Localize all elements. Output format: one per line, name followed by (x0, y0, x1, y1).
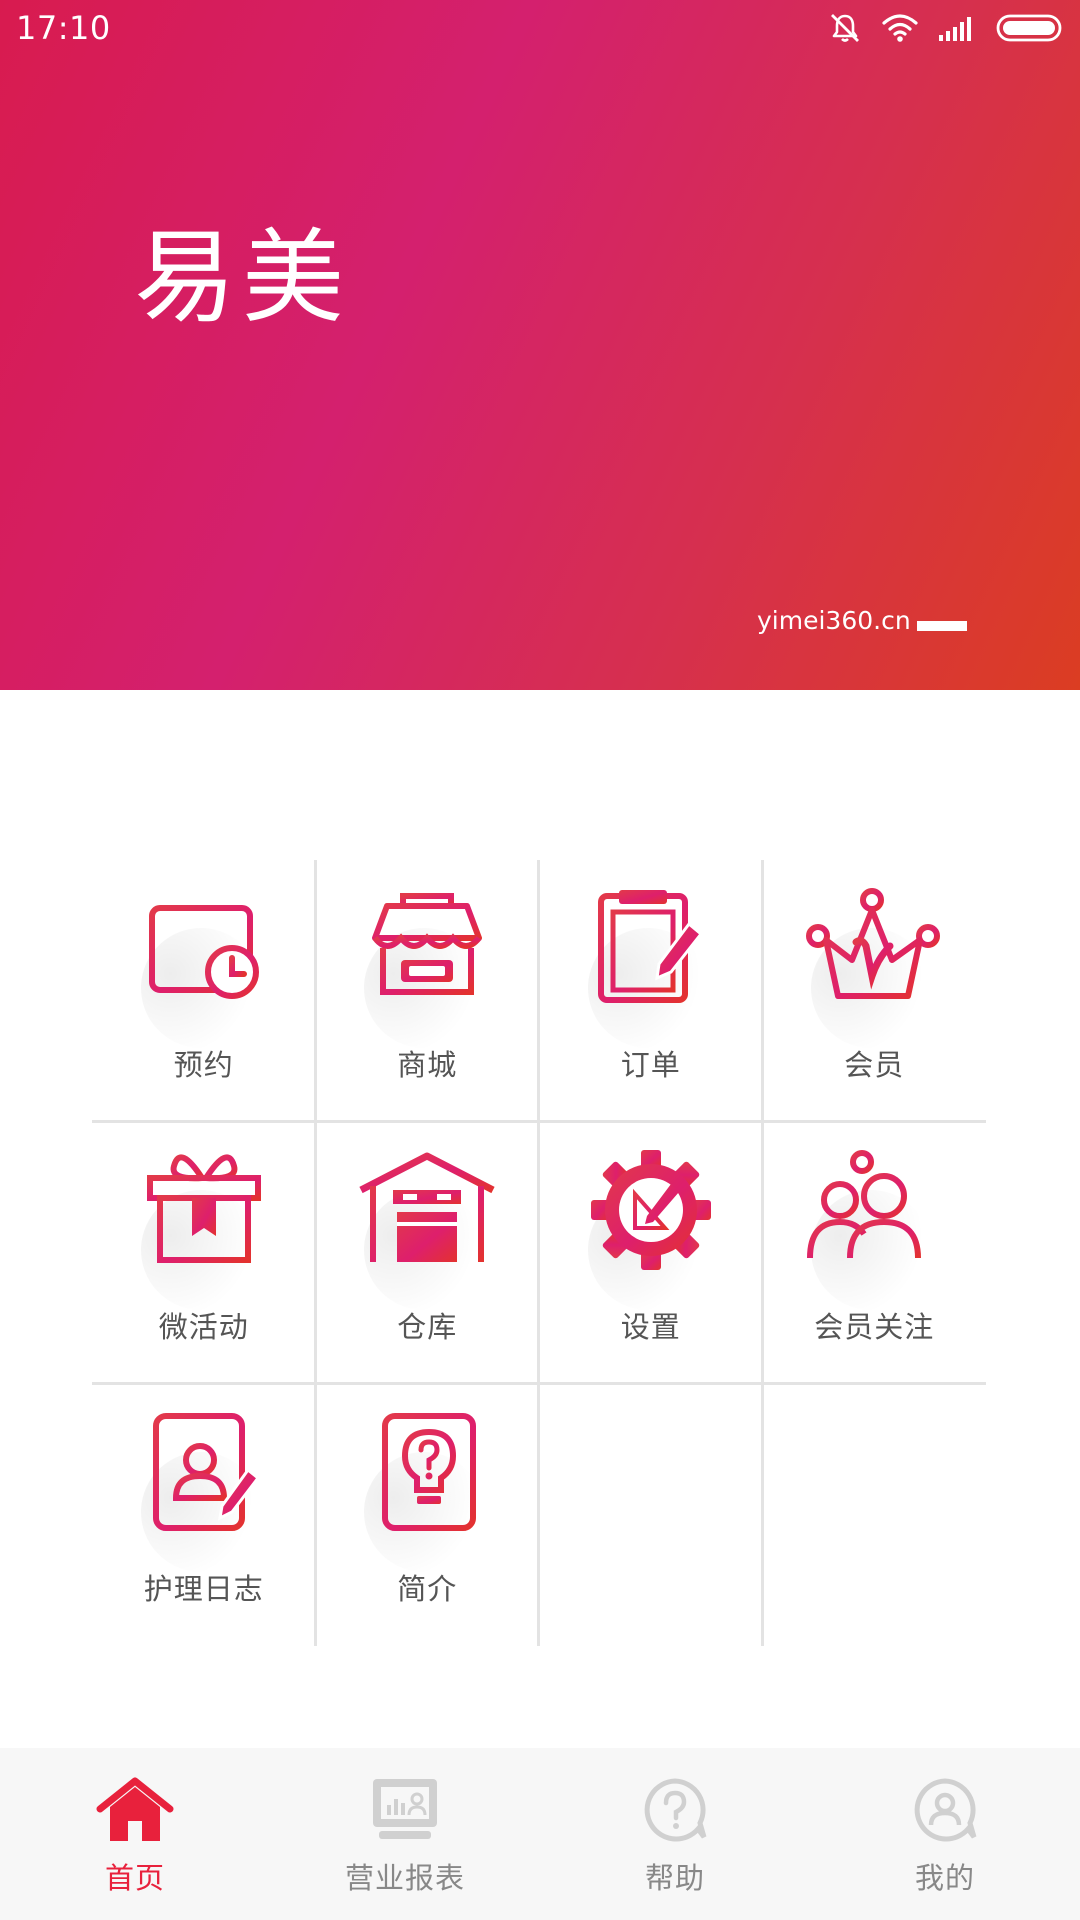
lightbulb-notebook-icon (375, 1413, 477, 1531)
signal-icon (938, 14, 976, 42)
menu-item-intro[interactable]: 简介 (316, 1384, 540, 1646)
menu-item-label: 订单 (620, 1048, 681, 1082)
menu-icon-wrap (570, 888, 726, 1065)
menu-icon-wrap (347, 888, 502, 1065)
menu-icon-wrap (347, 1150, 502, 1327)
clipboard-order-icon (597, 890, 703, 1003)
menu-item-label: 简介 (397, 1572, 458, 1606)
menu-grid: 预约 商城 订单 会员 微活动 仓库 设置 会员关注 护理日志 简介 (92, 860, 986, 1646)
header-banner[interactable]: 17:10 易美 yimei360.cn (0, 0, 1080, 690)
menu-item-label: 微活动 (158, 1310, 249, 1344)
menu-icon-wrap (347, 1412, 502, 1589)
menu-icon-wrap (794, 888, 949, 1065)
menu-item-label: 设置 (620, 1310, 681, 1344)
bottom-nav: 首页 营业报表 帮助 我的 (0, 1748, 1080, 1920)
nav-tab-label: 首页 (104, 1861, 165, 1895)
contact-notebook-icon (147, 1413, 260, 1531)
menu-item-label: 商城 (397, 1048, 458, 1082)
nav-tab-label: 营业报表 (344, 1861, 465, 1895)
carousel-indicator (917, 621, 967, 631)
menu-empty-cell (763, 1384, 987, 1646)
nav-tab-label: 帮助 (644, 1861, 705, 1895)
status-icons (828, 0, 1064, 56)
menu-icon-wrap (123, 1412, 279, 1589)
home-icon (96, 1775, 174, 1845)
menu-item-settings[interactable]: 设置 (539, 1122, 763, 1385)
nav-tab-help[interactable]: 帮助 (540, 1748, 810, 1920)
menu-item-label: 护理日志 (143, 1572, 264, 1606)
add-members-icon (807, 1150, 943, 1259)
menu-item-member-follow[interactable]: 会员关注 (762, 1122, 987, 1385)
calendar-clock-icon (148, 893, 259, 999)
menu-item-label: 仓库 (397, 1310, 458, 1344)
report-monitor-icon (366, 1775, 444, 1845)
menu-item-label: 会员关注 (814, 1310, 935, 1344)
menu-item-member[interactable]: 会员 (762, 860, 987, 1123)
menu-empty-cell (539, 1384, 763, 1646)
menu-item-mall[interactable]: 商城 (315, 860, 540, 1123)
store-icon (372, 893, 483, 995)
menu-icon-wrap (794, 1150, 949, 1327)
menu-icon-wrap (570, 1150, 726, 1327)
menu-icon-wrap (123, 888, 279, 1065)
menu-icon-wrap (123, 1150, 279, 1327)
site-url: yimei360.cn (757, 606, 911, 635)
gear-icon (590, 1150, 711, 1270)
wifi-icon (882, 13, 918, 43)
menu-item-label: 预约 (173, 1048, 234, 1082)
gift-box-icon (146, 1154, 261, 1263)
status-bar: 17:10 (0, 0, 1080, 56)
nav-tab-business-report[interactable]: 营业报表 (270, 1748, 540, 1920)
nav-tab-mine[interactable]: 我的 (810, 1748, 1080, 1920)
menu-item-care-log[interactable]: 护理日志 (92, 1384, 316, 1646)
status-time: 17:10 (16, 9, 111, 47)
crown-vip-icon (806, 888, 941, 999)
warehouse-icon (359, 1152, 495, 1266)
app-title: 易美 (134, 219, 350, 338)
menu-item-micro-activity[interactable]: 微活动 (92, 1122, 316, 1385)
help-bubble-icon (636, 1775, 714, 1845)
menu-item-orders[interactable]: 订单 (539, 860, 763, 1123)
nav-tab-label: 我的 (914, 1861, 975, 1895)
menu-item-appointment[interactable]: 预约 (92, 860, 316, 1123)
profile-bubble-icon (906, 1775, 984, 1845)
menu-item-label: 会员 (844, 1048, 905, 1082)
app-screen: 17:10 易美 yimei360.cn 预约 商城 订单 会员 微活动 仓库 … (0, 0, 1080, 1920)
menu-item-warehouse[interactable]: 仓库 (315, 1122, 540, 1385)
mute-icon (828, 11, 862, 45)
nav-tab-home[interactable]: 首页 (0, 1748, 270, 1920)
battery-icon (996, 13, 1064, 43)
